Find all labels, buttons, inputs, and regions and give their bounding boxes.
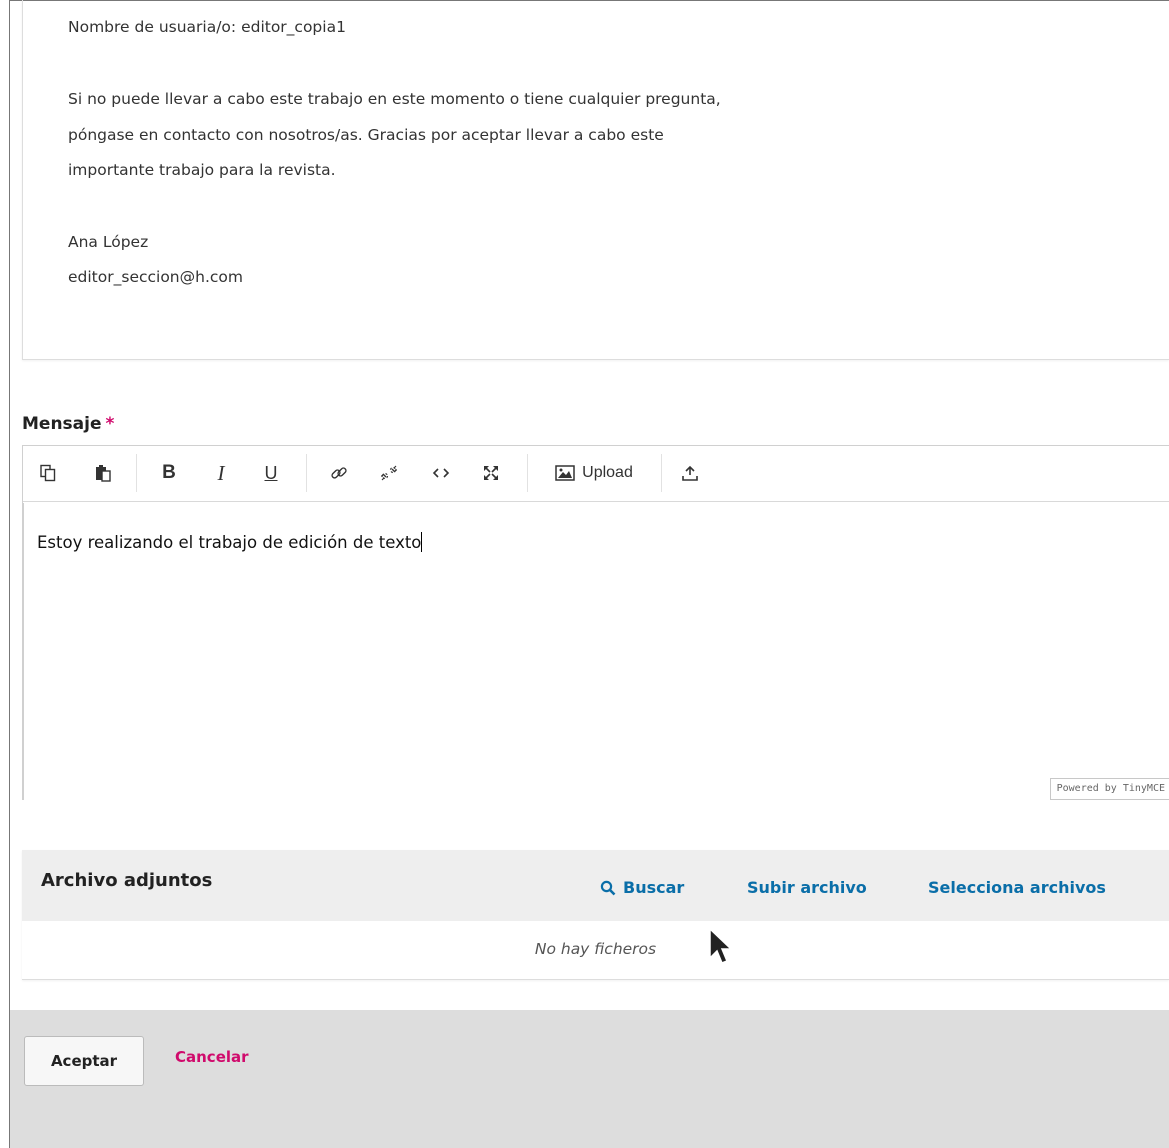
editor-text-line: Estoy realizando el trabajo de edición d…	[37, 532, 423, 552]
message-label: Mensaje *	[22, 414, 114, 434]
image-icon	[555, 465, 575, 481]
toolbar-separator	[527, 454, 528, 492]
attachments-header: Archivo adjuntos Buscar Subir archivo Se…	[22, 850, 1169, 921]
editor-content-area[interactable]: Estoy realizando el trabajo de edición d…	[23, 503, 1169, 800]
upload-file-link[interactable]: Subir archivo	[747, 878, 867, 897]
copy-button[interactable]	[33, 458, 63, 488]
attachments-title: Archivo adjuntos	[41, 870, 213, 891]
message-body-text: Estoy realizando el trabajo de edición d…	[37, 533, 422, 552]
unlink-icon	[381, 465, 397, 481]
editor-toolbar: B I U Upload	[23, 446, 1169, 502]
attachments-panel: Archivo adjuntos Buscar Subir archivo Se…	[22, 850, 1169, 980]
insert-file-button[interactable]	[675, 458, 705, 488]
toolbar-separator	[661, 454, 662, 492]
toolbar-separator	[306, 454, 307, 492]
powered-by-tinymce[interactable]: Powered by TinyMCE	[1049, 778, 1169, 800]
required-mark: *	[105, 414, 115, 434]
message-label-text: Mensaje	[22, 414, 102, 434]
search-files-label: Buscar	[623, 878, 685, 897]
unlink-button[interactable]	[374, 458, 404, 488]
modal-footer: Aceptar Cancelar	[10, 1010, 1169, 1148]
bold-button[interactable]: B	[154, 458, 184, 488]
upload-tray-icon	[682, 465, 698, 481]
preview-signature-email: editor_seccion@h.com	[68, 268, 243, 286]
italic-button[interactable]: I	[206, 458, 236, 488]
preview-paragraph-line: importante trabajo para la revista.	[68, 161, 336, 179]
search-icon	[600, 880, 616, 895]
link-icon	[331, 467, 347, 479]
text-caret	[421, 532, 423, 552]
email-preview	[22, 0, 1169, 360]
preview-paragraph-line: Si no puede llevar a cabo este trabajo e…	[68, 90, 721, 108]
search-files-link[interactable]: Buscar	[600, 878, 684, 897]
no-files-message: No hay ficheros	[534, 940, 657, 958]
paste-icon	[96, 465, 111, 482]
preview-paragraph-line: póngase en contacto con nosotros/as. Gra…	[68, 126, 664, 144]
copy-icon	[40, 464, 56, 482]
cancel-link[interactable]: Cancelar	[175, 1048, 249, 1066]
toolbar-separator	[136, 454, 137, 492]
fullscreen-icon	[484, 466, 498, 480]
upload-label: Upload	[582, 464, 633, 481]
select-files-link[interactable]: Selecciona archivos	[928, 878, 1106, 897]
link-button[interactable]	[324, 458, 354, 488]
code-icon	[432, 468, 450, 478]
paste-button[interactable]	[88, 458, 118, 488]
fullscreen-button[interactable]	[476, 458, 506, 488]
upload-button[interactable]: Upload	[543, 458, 645, 488]
message-editor: B I U Upload Estoy realizando el trabajo…	[22, 445, 1169, 800]
accept-button[interactable]: Aceptar	[24, 1036, 144, 1086]
mouse-pointer-icon	[709, 928, 732, 964]
source-code-button[interactable]	[426, 458, 456, 488]
preview-username-line: Nombre de usuaria/o: editor_copia1	[68, 18, 346, 36]
preview-signature-name: Ana López	[68, 233, 149, 251]
underline-button[interactable]: U	[256, 458, 286, 488]
